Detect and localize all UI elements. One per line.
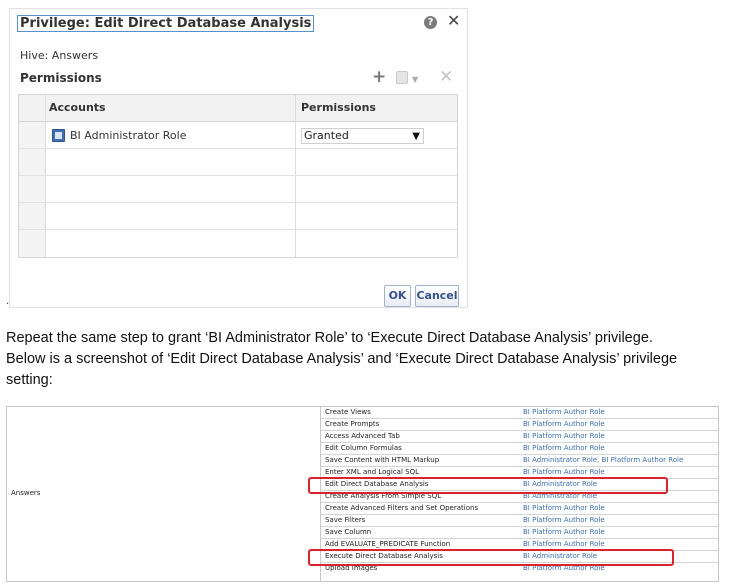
table-row: Create Advanced Filters and Set Operatio… <box>321 503 718 515</box>
table-row[interactable] <box>19 149 457 176</box>
privilege-roles[interactable]: BI Platform Author Role <box>523 516 605 524</box>
table-row[interactable] <box>19 176 457 203</box>
role-icon <box>52 129 65 142</box>
stray-mark: . <box>6 296 10 307</box>
privilege-roles[interactable]: BI Administrator Role, BI Platform Autho… <box>523 456 683 464</box>
body-text-line-3: setting: <box>6 372 53 388</box>
privilege-name: Save Column <box>325 528 372 536</box>
privilege-roles[interactable]: BI Platform Author Role <box>523 468 605 476</box>
privilege-table: Answers Create Views BI Platform Author … <box>6 406 719 582</box>
privilege-name: Create Views <box>325 408 371 416</box>
permissions-grid: Accounts Permissions BI Administrator Ro… <box>18 94 458 258</box>
table-row: Access Advanced Tab BI Platform Author R… <box>321 431 718 443</box>
chevron-down-icon[interactable]: ▼ <box>412 75 418 84</box>
privilege-roles[interactable]: BI Platform Author Role <box>523 420 605 428</box>
column-header-accounts[interactable]: Accounts <box>49 101 106 114</box>
remove-icon[interactable]: ✕ <box>439 68 453 86</box>
privilege-roles[interactable]: BI Platform Author Role <box>523 444 605 452</box>
privilege-name: Edit Column Formulas <box>325 444 402 452</box>
section-label: Answers <box>11 489 41 497</box>
privilege-dialog: Privilege: Edit Direct Database Analysis… <box>9 8 468 308</box>
highlight-box-edit <box>308 477 668 494</box>
body-text-line-2: Below is a screenshot of ‘Edit Direct Da… <box>6 351 678 367</box>
column-header-permissions[interactable]: Permissions <box>301 101 376 114</box>
ok-button[interactable]: OK <box>384 285 411 307</box>
dropdown-arrow-icon[interactable]: ▼ <box>412 130 420 144</box>
permission-select[interactable]: Granted ▼ <box>301 128 424 144</box>
add-icon[interactable]: + <box>372 68 386 86</box>
permission-value: Granted <box>304 129 349 142</box>
grid-header: Accounts Permissions <box>19 95 457 122</box>
privilege-name: Create Prompts <box>325 420 380 428</box>
table-row: Save Content with HTML Markup BI Adminis… <box>321 455 718 467</box>
copy-icon[interactable] <box>396 71 408 84</box>
privilege-roles[interactable]: BI Platform Author Role <box>523 432 605 440</box>
table-row: Save Column BI Platform Author Role <box>321 527 718 539</box>
privilege-roles[interactable]: BI Platform Author Role <box>523 408 605 416</box>
table-row: Edit Column Formulas BI Platform Author … <box>321 443 718 455</box>
table-row[interactable]: BI Administrator Role Granted ▼ <box>19 122 457 149</box>
table-row: Create Prompts BI Platform Author Role <box>321 419 718 431</box>
privilege-roles[interactable]: BI Platform Author Role <box>523 504 605 512</box>
table-row[interactable] <box>19 230 457 257</box>
table-row: Save Filters BI Platform Author Role <box>321 515 718 527</box>
table-row: Create Views BI Platform Author Role <box>321 407 718 419</box>
privilege-name: Access Advanced Tab <box>325 432 400 440</box>
privilege-name: Enter XML and Logical SQL <box>325 468 419 476</box>
body-text-line-1: Repeat the same step to grant ‘BI Admini… <box>6 330 653 346</box>
help-icon[interactable]: ? <box>424 16 437 29</box>
hive-label: Hive: Answers <box>20 49 99 62</box>
dialog-title: Privilege: Edit Direct Database Analysis <box>17 15 315 32</box>
permissions-heading: Permissions <box>20 71 102 85</box>
privilege-name: Save Filters <box>325 516 366 524</box>
privilege-name: Create Advanced Filters and Set Operatio… <box>325 504 479 512</box>
cancel-button[interactable]: Cancel <box>415 285 459 307</box>
privilege-name: Add EVALUATE_PREDICATE Function <box>325 540 451 548</box>
table-row[interactable] <box>19 203 457 230</box>
close-icon[interactable]: ✕ <box>447 12 460 30</box>
highlight-box-execute <box>308 549 674 566</box>
privilege-roles[interactable]: BI Platform Author Role <box>523 528 605 536</box>
privilege-name: Save Content with HTML Markup <box>325 456 440 464</box>
account-name: BI Administrator Role <box>70 129 187 142</box>
privilege-roles[interactable]: BI Platform Author Role <box>523 540 605 548</box>
